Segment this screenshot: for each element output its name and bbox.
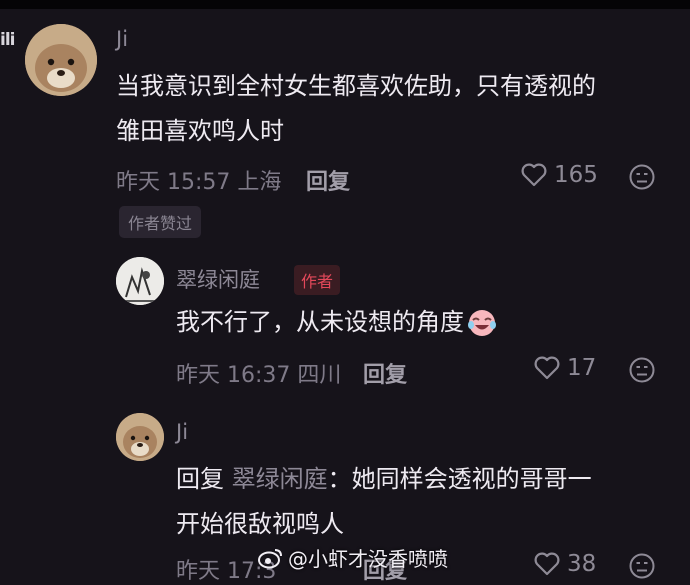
heart-icon <box>521 163 547 187</box>
reply-like-count: 38 <box>567 551 597 577</box>
reply-dislike-button[interactable] <box>628 356 656 388</box>
animal-avatar-icon <box>25 24 97 96</box>
reply-username[interactable]: 翠绿闲庭 <box>176 264 260 294</box>
reply-timestamp-location: 昨天 16:37 四川 <box>176 363 342 388</box>
reply-text-content: 我不行了，从未设想的角度 <box>176 308 464 336</box>
reply-reply-button[interactable]: 回复 <box>363 357 407 389</box>
animal-avatar-icon <box>116 413 164 461</box>
reply-text-line-1: 回复 翠绿闲庭：她同样会透视的哥哥一 <box>176 462 592 497</box>
author-liked-badge: 作者赞过 <box>119 206 202 238</box>
reply-prefix: 回复 <box>176 465 224 493</box>
weibo-logo-icon <box>258 548 282 568</box>
heart-icon <box>534 552 560 576</box>
comment-like-button[interactable]: 165 <box>520 162 598 188</box>
reply-text-line-2: 开始很敌视鸣人 <box>176 510 344 538</box>
watermark: @小虾才没香喷喷 <box>258 543 448 572</box>
top-edge <box>0 0 690 9</box>
reply-dislike-button[interactable] <box>628 552 656 584</box>
drawing-avatar-icon <box>116 257 164 305</box>
comment-username[interactable]: Ji <box>116 27 128 51</box>
reply-username[interactable]: Ji <box>176 420 188 444</box>
reply-like-button[interactable]: 17 <box>533 355 596 381</box>
comment-reply-button[interactable]: 回复 <box>306 164 350 196</box>
cropped-left-text: ili <box>0 30 16 50</box>
avatar[interactable] <box>25 24 97 96</box>
reply-like-count: 17 <box>567 355 597 381</box>
reply-avatar[interactable] <box>116 257 164 305</box>
reply-text: 我不行了，从未设想的角度 <box>176 305 497 340</box>
comment-timestamp-location: 昨天 15:57 上海 <box>116 170 282 195</box>
heart-icon <box>534 356 560 380</box>
watermark-text: @小虾才没香喷喷 <box>288 547 448 571</box>
comment-text-line-2: 雏田喜欢鸣人时 <box>116 117 284 145</box>
reply-like-button[interactable]: 38 <box>533 551 596 577</box>
reply-avatar[interactable] <box>116 413 164 461</box>
reply-text-content: ：她同样会透视的哥哥一 <box>327 465 592 493</box>
crying-laughing-emoji-icon <box>468 310 496 336</box>
reply-target-user[interactable]: 翠绿闲庭 <box>232 465 328 493</box>
comment-text-line-1: 当我意识到全村女生都喜欢佐助，只有透视的 <box>116 72 596 100</box>
sad-face-icon <box>629 357 655 383</box>
comment-like-count: 165 <box>554 162 598 188</box>
comment-dislike-button[interactable] <box>628 163 656 195</box>
sad-face-icon <box>629 164 655 190</box>
author-tag: 作者 <box>294 265 341 295</box>
